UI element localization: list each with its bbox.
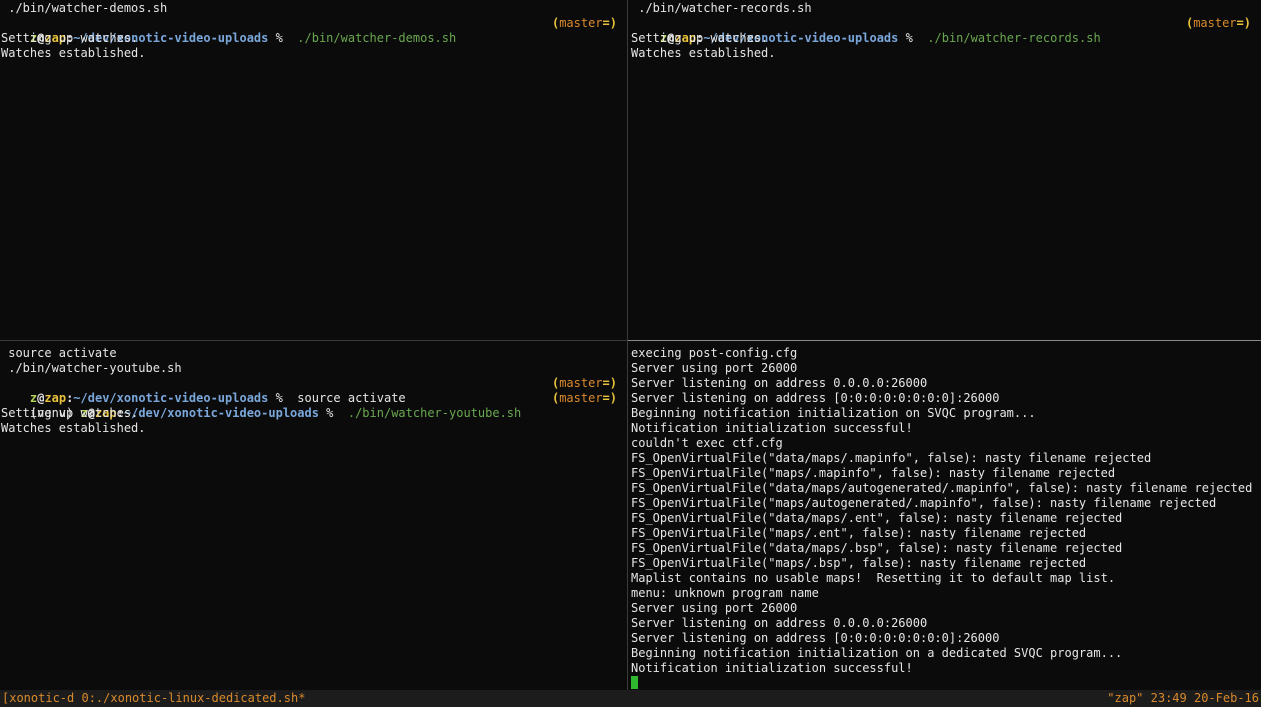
status-window-list[interactable]: [xonotic-d 0:./xonotic-linux-dedicated.s… [2,690,305,707]
output-line: execing post-config.cfg [631,346,798,360]
git-branch-indicator: (master=) [551,391,617,405]
output-line: Beginning notification initialization on… [631,406,1036,420]
shell-prompt-line: z@zap:~/dev/xonotic-video-uploads % ./bi… [631,16,1259,45]
pane-top-left[interactable]: ./bin/watcher-demos.sh z@zap:~/dev/xonot… [1,1,625,338]
output-line: Setting up watches. [1,406,139,420]
output-line: couldn't exec ctf.cfg [631,436,783,450]
pane-bottom-right[interactable]: execing post-config.cfg Server using por… [631,346,1259,689]
output-line: Server listening on address [0:0:0:0:0:0… [631,391,1000,405]
output-line: FS_OpenVirtualFile("data/maps/.ent", fal… [631,511,1123,525]
output-line: Setting up watches. [631,31,769,45]
terminal-cursor [631,676,638,689]
git-branch-name: master [559,376,603,390]
pane-bottom-left[interactable]: source activate ./bin/watcher-youtube.sh… [1,346,625,689]
output-line: Notification initialization successful! [631,421,913,435]
output-line: Server listening on address 0.0.0.0:2600… [631,616,928,630]
output-line: FS_OpenVirtualFile("data/maps/autogenera… [631,481,1253,495]
shell-prompt-line: z@zap:~/dev/xonotic-video-uploads % ./bi… [1,16,625,45]
status-host-clock: "zap" 23:49 20-Feb-16 [1107,691,1259,705]
history-line: ./bin/watcher-youtube.sh [1,361,182,375]
output-line: Server listening on address [0:0:0:0:0:0… [631,631,1000,645]
output-line: FS_OpenVirtualFile("maps/.mapinfo", fals… [631,466,1116,480]
git-branch-name: master [559,16,603,30]
output-line: FS_OpenVirtualFile("maps/.bsp", false): … [631,556,1087,570]
pane-top-right[interactable]: ./bin/watcher-records.sh z@zap:~/dev/xon… [631,1,1259,338]
output-line: FS_OpenVirtualFile("maps/autogenerated/.… [631,496,1217,510]
output-line: FS_OpenVirtualFile("maps/.ent", false): … [631,526,1087,540]
output-line: Maplist contains no usable maps! Resetti… [631,571,1116,585]
output-line: FS_OpenVirtualFile("data/maps/.mapinfo",… [631,451,1152,465]
git-branch-indicator: (master=) [1185,16,1251,30]
output-line: Server listening on address 0.0.0.0:2600… [631,376,928,390]
output-line: Watches established. [631,46,776,60]
output-line: Watches established. [1,46,146,60]
output-line: Server using port 26000 [631,361,798,375]
output-line: FS_OpenVirtualFile("data/maps/.bsp", fal… [631,541,1123,555]
active-pane-border [628,340,1261,341]
git-branch-indicator: (master=) [551,376,617,390]
output-line: Watches established. [1,421,146,435]
pane-divider-vertical[interactable] [627,0,628,690]
output-line: Server using port 26000 [631,601,798,615]
pane-title-line: ./bin/watcher-demos.sh [1,1,168,15]
output-line: Notification initialization successful! [631,661,913,675]
cursor-line[interactable] [631,676,1259,689]
git-branch-indicator: (master=) [551,16,617,30]
output-line: Beginning notification initialization on… [631,646,1123,660]
output-line: Setting up watches. [1,31,139,45]
pane-title-line: ./bin/watcher-records.sh [631,1,812,15]
shell-prompt-line: (venv) z@zap:~/dev/xonotic-video-uploads… [1,391,625,420]
tmux-status-bar: [xonotic-d 0:./xonotic-linux-dedicated.s… [0,690,1261,707]
history-line: source activate [1,346,117,360]
git-branch-name: master [559,391,603,405]
output-line: menu: unknown program name [631,586,819,600]
git-branch-name: master [1193,16,1237,30]
shell-prompt-line: z@zap:~/dev/xonotic-video-uploads % sour… [1,376,625,405]
